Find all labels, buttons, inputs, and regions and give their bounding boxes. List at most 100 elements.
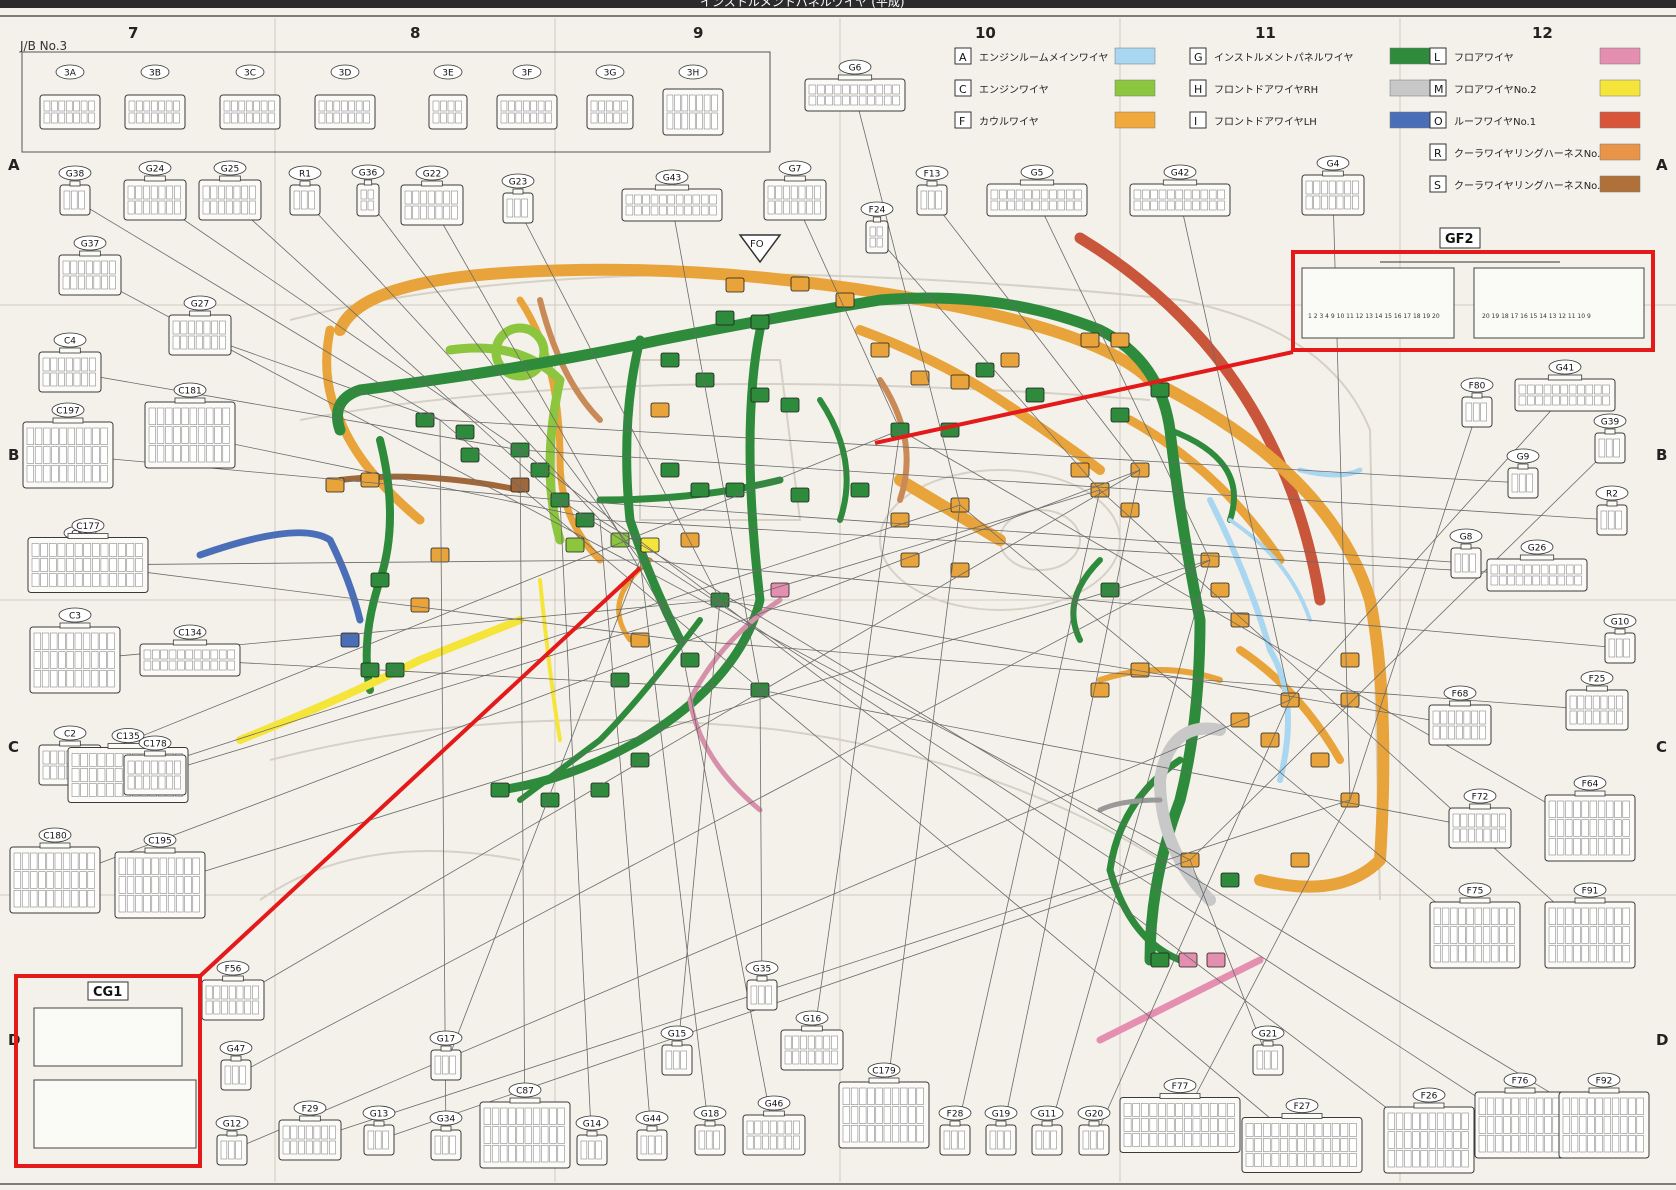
connector-pin	[1581, 945, 1589, 963]
connector-pin	[850, 84, 858, 95]
connector-pin	[135, 543, 143, 557]
connector-pin	[850, 95, 858, 106]
connector-pin	[1552, 395, 1560, 406]
connector-pin	[109, 543, 117, 557]
connector-pin	[313, 1140, 321, 1155]
connector-latch	[868, 1077, 900, 1084]
connector-latch	[1159, 1093, 1201, 1099]
connector-pin	[99, 651, 107, 669]
connector-pin	[92, 446, 100, 464]
connector-pin	[908, 1087, 916, 1105]
connector-pin	[1482, 926, 1491, 944]
connector-pin	[224, 1065, 232, 1085]
connector-pin	[1606, 800, 1614, 818]
connector-pin	[580, 1140, 588, 1160]
connector-pin	[1306, 1153, 1314, 1167]
connector-pin	[1628, 1135, 1636, 1153]
connector-pin	[1336, 195, 1344, 210]
connector-pin	[298, 1140, 305, 1155]
connector-pin	[1200, 189, 1209, 200]
connector-pin	[1474, 907, 1482, 925]
connector-pin	[1597, 838, 1606, 856]
connector-pin	[1515, 564, 1524, 575]
connector-pin	[1519, 473, 1526, 493]
connector-pin	[355, 112, 363, 124]
connector-pin	[74, 632, 82, 650]
connector-pin	[1589, 838, 1597, 856]
connector-pin	[891, 1106, 900, 1124]
connector-latch	[646, 1125, 658, 1132]
connector-pin	[160, 660, 168, 671]
connector-pin	[1570, 1135, 1579, 1153]
connector-pin	[1560, 384, 1568, 395]
wire-connector-block	[1206, 952, 1226, 968]
connector-pin	[1587, 1135, 1595, 1153]
connector-pin	[1499, 926, 1507, 944]
connector-pin	[87, 852, 95, 870]
connector-label: C181	[178, 387, 201, 397]
connector-pin	[1209, 189, 1217, 200]
connector-pin	[1636, 1135, 1644, 1153]
connector-pin	[81, 357, 89, 372]
connector-pin	[151, 100, 158, 112]
connector-label: C134	[178, 629, 202, 639]
connector-pin	[1432, 725, 1440, 740]
connector-pin	[1227, 1133, 1235, 1147]
connector-pin	[107, 670, 115, 688]
connector-g20: G20	[1077, 1105, 1111, 1156]
connector-pin	[158, 775, 166, 790]
connector-label: 3G	[604, 69, 617, 79]
connector-label: G25	[221, 165, 239, 175]
connector-pin	[174, 760, 181, 775]
connector-pin	[883, 1125, 891, 1143]
connector-pin	[253, 100, 260, 112]
connector-pin	[165, 445, 173, 463]
connector-pin	[92, 573, 100, 587]
connector-pin	[1486, 1116, 1495, 1134]
connector-pin	[106, 783, 114, 797]
connector-pin	[206, 426, 214, 444]
connector-pin	[1475, 813, 1483, 828]
connector-pin	[1150, 189, 1158, 200]
connector-pin	[1262, 1153, 1271, 1167]
connector-pin	[1573, 838, 1581, 856]
connector-g9: G9	[1506, 448, 1540, 499]
connector-pin	[54, 871, 62, 889]
connector-latch	[363, 179, 373, 186]
row-label: C	[1656, 738, 1667, 756]
connector-pin	[92, 543, 100, 557]
connector-pin	[916, 1106, 924, 1124]
connector-pin	[1628, 1116, 1636, 1134]
connector-pin	[127, 775, 135, 790]
connector-pin	[34, 465, 43, 483]
connector-pin	[192, 895, 200, 913]
connector-pin	[38, 890, 46, 908]
connector-pin	[150, 185, 158, 200]
connector-pin	[1149, 1103, 1158, 1117]
connector-pin	[1482, 945, 1491, 963]
connector-g21: G21	[1251, 1025, 1285, 1076]
connector-pin	[1352, 195, 1359, 210]
connector-pin	[1479, 725, 1486, 740]
connector-pin	[1015, 200, 1024, 211]
legend-code-box	[1189, 111, 1207, 129]
connector-pin	[222, 426, 230, 444]
connector-pin	[143, 876, 151, 894]
connector-pin	[545, 112, 552, 124]
connector-pin	[1050, 1130, 1057, 1150]
connector-pin	[1587, 1097, 1595, 1115]
connector-pin	[1600, 695, 1608, 710]
connector-pin	[71, 871, 79, 889]
connector-pin	[508, 100, 515, 112]
legend-swatch	[1114, 111, 1156, 129]
connector-pin	[613, 100, 621, 112]
connector-pin	[867, 95, 875, 106]
legend-swatch	[1114, 47, 1156, 65]
connector-pin	[1321, 195, 1328, 210]
connector-pin	[590, 100, 598, 112]
connector-pin	[89, 357, 96, 372]
connector-pin	[62, 890, 71, 908]
connector-body	[865, 220, 889, 254]
connector-pin	[659, 194, 667, 205]
connector-pin	[1441, 907, 1450, 925]
